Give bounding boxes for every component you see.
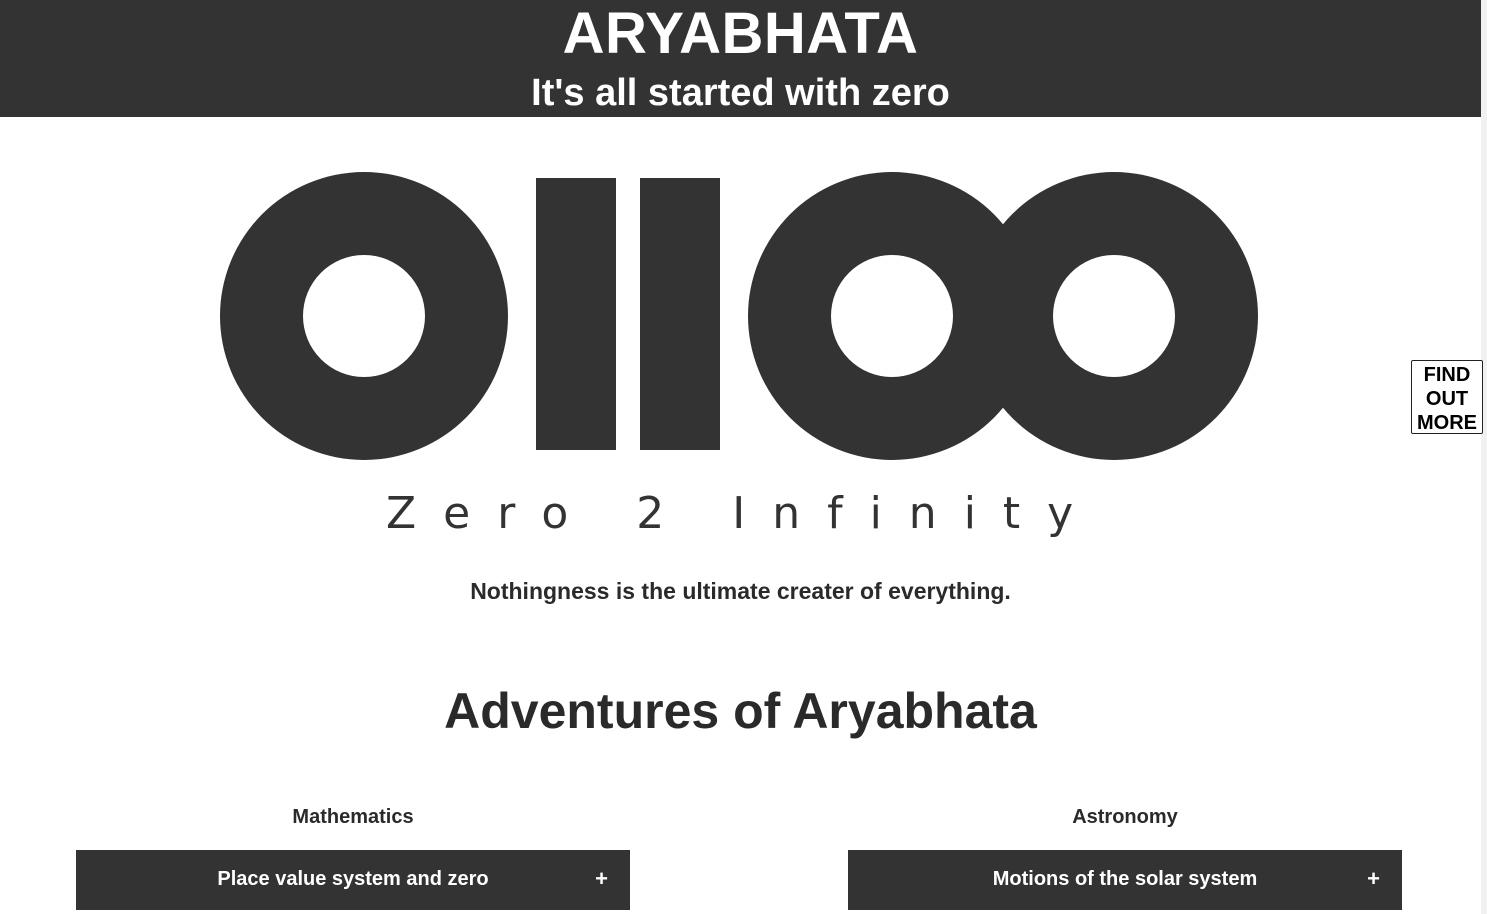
astronomy-heading: Astronomy xyxy=(1072,806,1178,828)
site-title: ARYABHATA xyxy=(562,1,919,66)
place-value-accordion[interactable]: Place value system and zero + xyxy=(76,850,630,910)
logo-tagline: Zero 2 Infinity xyxy=(386,488,1101,539)
section-title: Adventures of Aryabhata xyxy=(444,683,1037,739)
find-more-line-1: FIND xyxy=(1423,364,1471,386)
mathematics-heading: Mathematics xyxy=(292,806,414,828)
zero-to-infinity-logo-icon xyxy=(220,172,1258,460)
find-more-line-2: OUT xyxy=(1425,388,1469,410)
site-subtitle: It's all started with zero xyxy=(531,72,950,114)
expand-plus-icon[interactable]: + xyxy=(595,866,608,892)
accordion-label: Place value system and zero xyxy=(217,868,489,890)
quote-text: Nothingness is the ultimate creater of e… xyxy=(470,578,1011,604)
scrollbar-track[interactable] xyxy=(1481,0,1487,914)
accordion-label: Motions of the solar system xyxy=(992,868,1258,890)
solar-system-accordion[interactable]: Motions of the solar system + xyxy=(848,850,1402,910)
find-more-line-3: MORE xyxy=(1417,412,1477,434)
find-out-more-button[interactable]: FIND OUT MORE xyxy=(1411,360,1483,434)
site-header: ARYABHATA It's all started with zero xyxy=(0,0,1481,117)
expand-plus-icon[interactable]: + xyxy=(1367,866,1380,892)
